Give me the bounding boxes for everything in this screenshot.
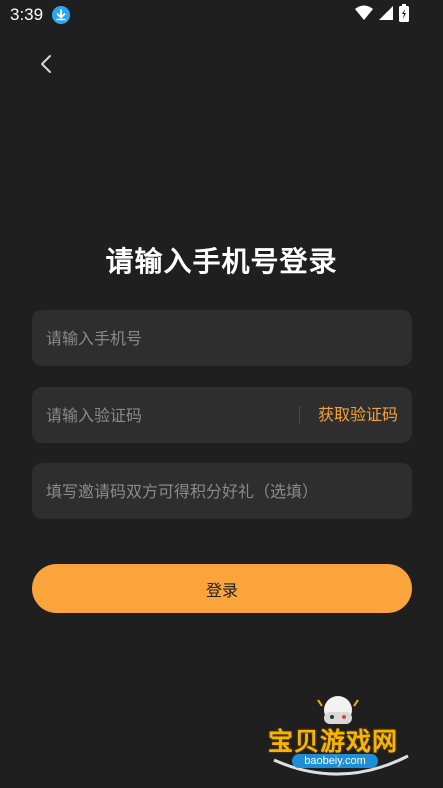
- status-icons: [355, 4, 409, 26]
- watermark-url: baobeiy.com: [292, 754, 378, 768]
- signal-icon: [379, 5, 393, 25]
- verification-code-input[interactable]: [46, 387, 296, 443]
- code-field-container: 获取验证码: [32, 387, 412, 443]
- watermark-title: 宝贝游戏网: [268, 727, 399, 756]
- chevron-left-icon: [41, 55, 51, 73]
- wifi-icon: [355, 5, 373, 25]
- login-button[interactable]: 登录: [32, 564, 412, 613]
- status-time: 3:39: [10, 5, 44, 24]
- back-button[interactable]: [28, 46, 64, 82]
- site-watermark: 宝贝游戏网 baobeiy.com: [266, 690, 416, 782]
- field-divider: [299, 406, 300, 424]
- status-bar: 3:39: [0, 0, 443, 30]
- invite-field-container: [32, 463, 412, 519]
- login-screen: 3:39 请输入手机号登录 请输入手机号 请输入验证码 获取验证码 填写邀请码双…: [0, 0, 443, 788]
- phone-field-container: [32, 310, 412, 366]
- download-icon: [52, 6, 70, 24]
- get-code-button[interactable]: 获取验证码: [318, 387, 398, 443]
- invite-code-input[interactable]: [46, 463, 396, 519]
- page-title: 请输入手机号登录: [105, 245, 338, 278]
- phone-input[interactable]: [46, 310, 396, 366]
- battery-icon: [399, 4, 409, 26]
